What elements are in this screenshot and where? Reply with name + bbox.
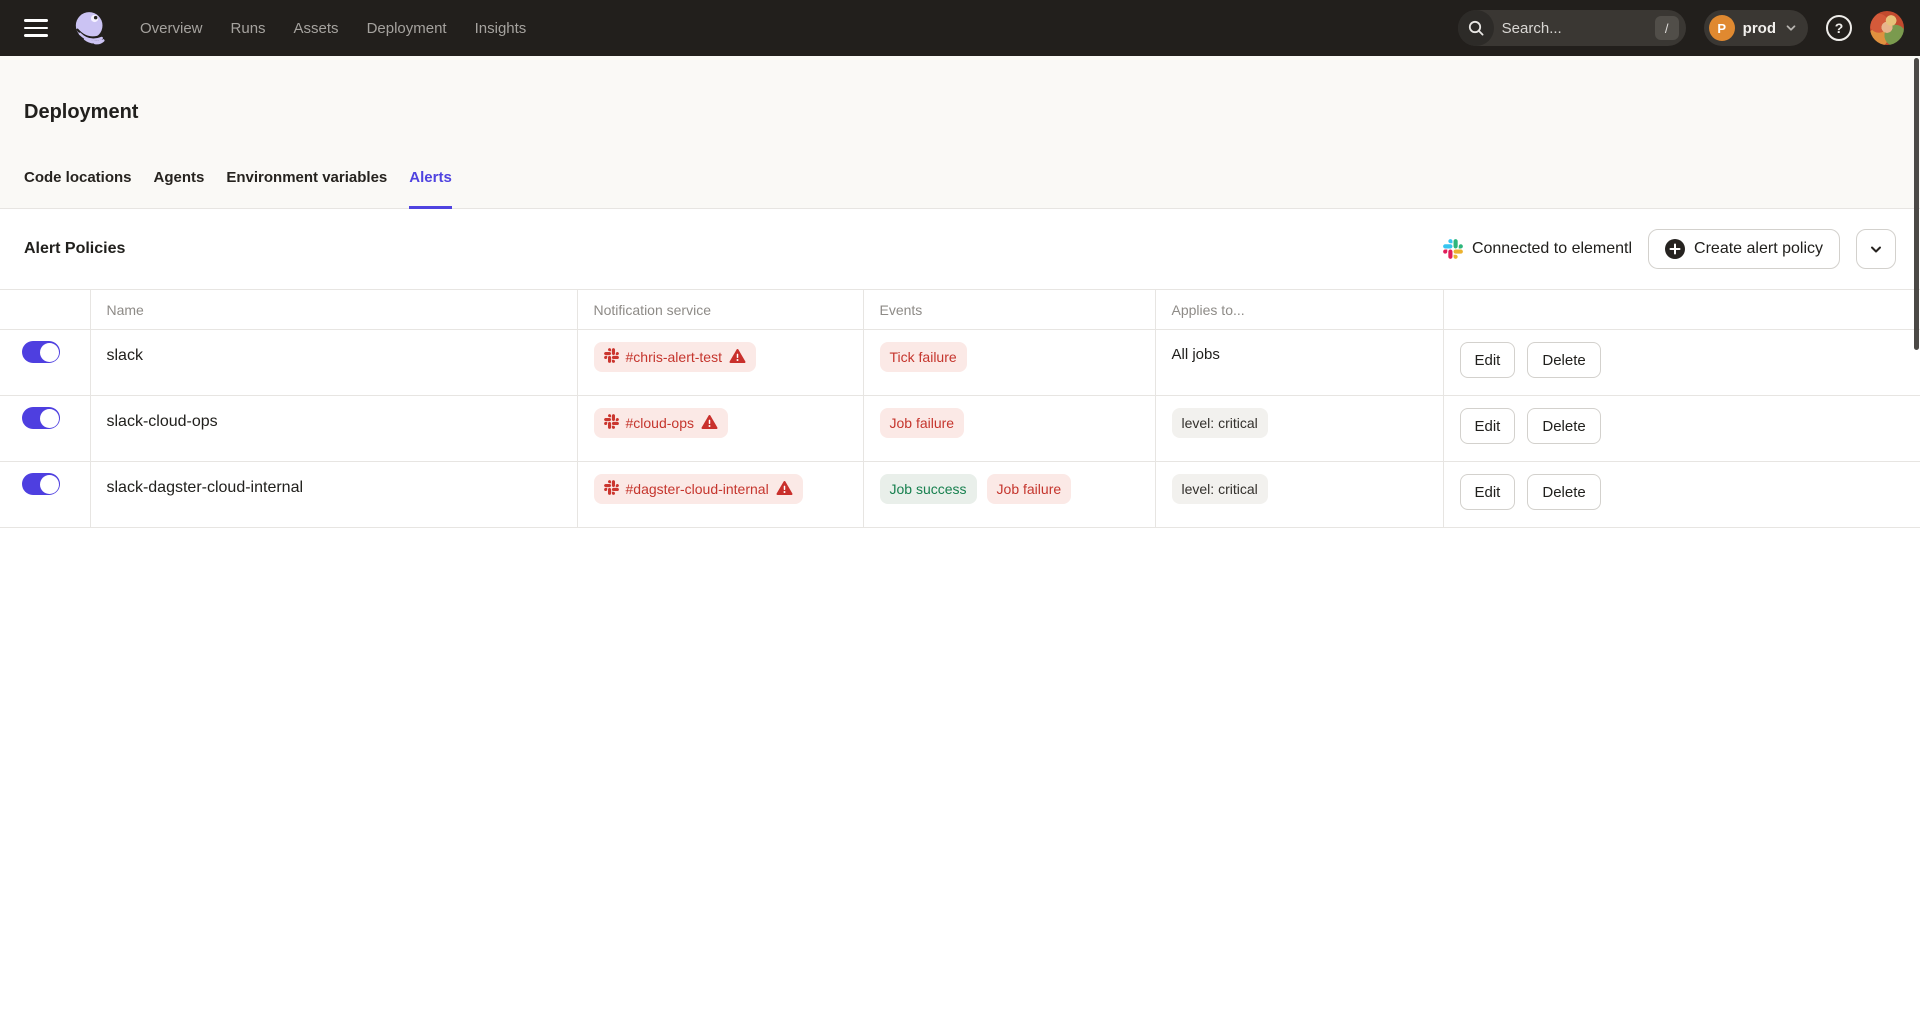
table-row: slack-dagster-cloud-internal #dagster-cl… xyxy=(0,462,1920,528)
deployment-tabs: Code locations Agents Environment variable… xyxy=(0,168,1920,209)
delete-button[interactable]: Delete xyxy=(1527,408,1600,444)
edit-button[interactable]: Edit xyxy=(1460,474,1516,510)
nav-item-runs[interactable]: Runs xyxy=(231,20,266,37)
slack-icon-red xyxy=(604,414,619,429)
table-header-row: NameNotification serviceEventsApplies to… xyxy=(0,290,1920,330)
slack-icon-red xyxy=(604,480,619,495)
column-header-empty xyxy=(1443,290,1920,330)
policy-enabled-toggle[interactable] xyxy=(22,341,60,363)
toggle-knob xyxy=(40,475,59,494)
notification-channel-label: #cloud-ops xyxy=(626,415,695,431)
warning-icon-slot xyxy=(776,480,793,499)
warning-icon xyxy=(776,480,793,496)
connected-label: Connected to elementl xyxy=(1472,240,1632,258)
section-heading: Alert Policies xyxy=(24,240,125,258)
edit-button[interactable]: Edit xyxy=(1460,408,1516,444)
column-header-name: Name xyxy=(90,290,577,330)
column-header-events: Events xyxy=(863,290,1155,330)
tab-code-locations[interactable]: Code locations xyxy=(24,168,132,208)
applies-to-text: All jobs xyxy=(1172,342,1220,363)
top-navigation-bar: Overview Runs Assets Deployment Insights / P… xyxy=(0,0,1920,56)
slack-icon-slot xyxy=(604,480,619,498)
table-row: slack #chris-alert-test Tick failure All… xyxy=(0,330,1920,396)
table-body: slack #chris-alert-test Tick failure All… xyxy=(0,330,1920,528)
alert-policy-more-actions-button[interactable] xyxy=(1856,229,1896,269)
notification-channel-label: #dagster-cloud-internal xyxy=(626,481,769,497)
nav-item-assets[interactable]: Assets xyxy=(294,20,339,37)
column-header-applies-to: Applies to... xyxy=(1155,290,1443,330)
menu-icon[interactable] xyxy=(16,8,56,48)
chevron-down-icon xyxy=(1784,21,1798,35)
deployment-switcher[interactable]: P prod xyxy=(1704,10,1808,46)
delete-button[interactable]: Delete xyxy=(1527,474,1600,510)
search-input[interactable] xyxy=(1494,20,1655,37)
create-alert-policy-label: Create alert policy xyxy=(1694,240,1823,258)
policy-enabled-toggle[interactable] xyxy=(22,407,60,429)
deployment-name: prod xyxy=(1743,20,1776,37)
nav-item-deployment[interactable]: Deployment xyxy=(367,20,447,37)
chevron-down-icon xyxy=(1868,241,1884,257)
dagster-logo[interactable] xyxy=(70,8,110,48)
table-row: slack-cloud-ops #cloud-ops Job failure l… xyxy=(0,396,1920,462)
nav-item-insights[interactable]: Insights xyxy=(475,20,527,37)
alert-policies-table: NameNotification serviceEventsApplies to… xyxy=(0,289,1920,528)
applies-to-badge: level: critical xyxy=(1172,408,1268,438)
event-badge-job-failure: Job failure xyxy=(880,408,965,438)
delete-button[interactable]: Delete xyxy=(1527,342,1600,378)
search-icon xyxy=(1458,10,1494,46)
tab-agents[interactable]: Agents xyxy=(154,168,205,208)
column-header-empty xyxy=(0,290,90,330)
event-badge-job-failure: Job failure xyxy=(987,474,1072,504)
notification-channel-badge: #chris-alert-test xyxy=(594,342,756,372)
column-header-notification-service: Notification service xyxy=(577,290,863,330)
topbar-right-cluster: / P prod ? xyxy=(1458,10,1904,46)
slack-icon-slot xyxy=(604,348,619,366)
warning-icon-slot xyxy=(701,414,718,433)
policy-name: slack xyxy=(107,342,143,367)
event-badge-job-success: Job success xyxy=(880,474,977,504)
alert-policies-toolbar: Alert Policies Connected to elementl Cre… xyxy=(0,209,1920,289)
page-header-band: Deployment Code locations Agents Environme… xyxy=(0,56,1920,209)
slack-icon xyxy=(1443,239,1463,259)
warning-icon xyxy=(729,348,746,364)
primary-nav: Overview Runs Assets Deployment Insights xyxy=(140,20,526,37)
applies-to-badge: level: critical xyxy=(1172,474,1268,504)
notification-channel-badge: #dagster-cloud-internal xyxy=(594,474,803,504)
search-shortcut-key: / xyxy=(1655,16,1679,40)
warning-icon xyxy=(701,414,718,430)
slack-icon-slot xyxy=(604,414,619,432)
plus-circle-icon xyxy=(1665,239,1685,259)
policy-name: slack-cloud-ops xyxy=(107,408,218,433)
scrollbar-thumb[interactable] xyxy=(1914,58,1919,350)
edit-button[interactable]: Edit xyxy=(1460,342,1516,378)
policy-enabled-toggle[interactable] xyxy=(22,473,60,495)
policy-name: slack-dagster-cloud-internal xyxy=(107,474,304,499)
tab-alerts[interactable]: Alerts xyxy=(409,168,452,208)
search-bar[interactable]: / xyxy=(1458,10,1686,46)
page-title: Deployment xyxy=(24,100,1896,124)
notification-channel-label: #chris-alert-test xyxy=(626,349,722,365)
warning-icon-slot xyxy=(729,348,746,367)
toggle-knob xyxy=(40,343,59,362)
create-alert-policy-button[interactable]: Create alert policy xyxy=(1648,229,1840,269)
slack-icon-red xyxy=(604,348,619,363)
user-avatar[interactable] xyxy=(1870,11,1904,45)
toggle-knob xyxy=(40,409,59,428)
help-icon[interactable]: ? xyxy=(1826,15,1852,41)
tab-environment-variables[interactable]: Environment variables xyxy=(226,168,387,208)
event-badge-tick-failure: Tick failure xyxy=(880,342,967,372)
notification-channel-badge: #cloud-ops xyxy=(594,408,729,438)
slack-connected-status: Connected to elementl xyxy=(1443,239,1632,259)
deployment-initial-badge: P xyxy=(1709,15,1735,41)
nav-item-overview[interactable]: Overview xyxy=(140,20,203,37)
